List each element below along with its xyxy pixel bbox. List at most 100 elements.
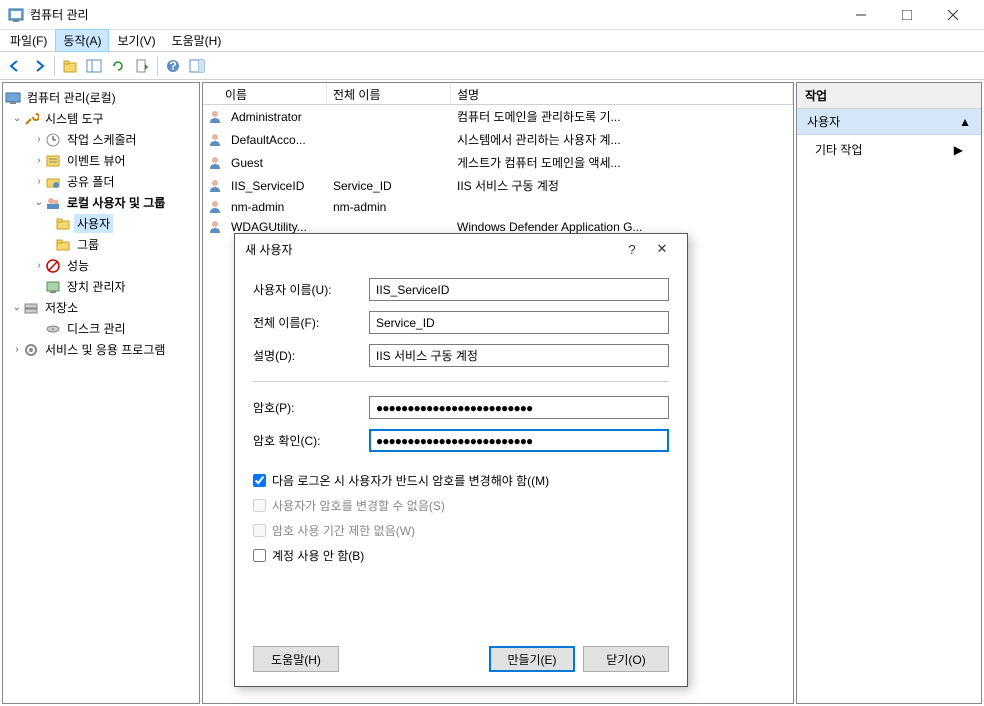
column-description[interactable]: 설명 (451, 83, 793, 104)
column-name[interactable]: 이름 (203, 83, 327, 104)
expand-icon[interactable]: › (33, 260, 45, 271)
tree-system-tools[interactable]: ⌄ 시스템 도구 (3, 108, 199, 129)
help-button[interactable]: ? (162, 55, 184, 77)
new-user-dialog: 새 사용자 ? ✕ 사용자 이름(U): 전체 이름(F): 설명(D): 암호… (234, 233, 688, 687)
actions-section-users[interactable]: 사용자 ▲ (797, 109, 981, 135)
password-label: 암호(P): (253, 399, 369, 416)
list-row[interactable]: Guest 게스트가 컴퓨터 도메인을 액세... (203, 151, 793, 174)
export-list-button[interactable] (131, 55, 153, 77)
collapse-arrow-icon: ▲ (959, 115, 971, 129)
list-row[interactable]: nm-adminnm-admin (203, 197, 793, 217)
svg-text:?: ? (169, 59, 176, 73)
cell-fullname (327, 116, 451, 118)
show-hide-console-tree-button[interactable] (83, 55, 105, 77)
collapse-icon[interactable]: ⌄ (33, 197, 45, 208)
cell-description: 시스템에서 관리하는 사용자 계... (451, 130, 793, 149)
dialog-help-button[interactable]: ? (617, 242, 647, 257)
dialog-help-btn[interactable]: 도움말(H) (253, 646, 339, 672)
password-never-expires-label: 암호 사용 기간 제한 없음(W) (272, 522, 415, 539)
cell-description: 컴퓨터 도메인을 관리하도록 기... (451, 107, 793, 126)
navigation-tree[interactable]: 컴퓨터 관리(로컬) ⌄ 시스템 도구 › 작업 스케줄러 › 이벤트 뷰어 ›… (2, 82, 200, 704)
toolbar: ? (0, 52, 984, 80)
tree-services[interactable]: › 서비스 및 응용 프로그램 (3, 339, 199, 360)
forward-button[interactable] (28, 55, 50, 77)
computer-management-icon (5, 90, 21, 106)
actions-item-more[interactable]: 기타 작업 ▶ (797, 135, 981, 164)
folder-icon (55, 237, 71, 253)
cell-name: Administrator (225, 109, 327, 125)
tree-storage[interactable]: ⌄ 저장소 (3, 297, 199, 318)
tree-shared-folders[interactable]: › 공유 폴더 (3, 171, 199, 192)
cell-name: nm-admin (225, 199, 327, 215)
menu-help[interactable]: 도움말(H) (164, 29, 230, 52)
cell-fullname (327, 139, 451, 141)
account-disabled-checkbox[interactable] (253, 549, 266, 562)
fullname-input[interactable] (369, 311, 669, 334)
tree-task-scheduler[interactable]: › 작업 스케줄러 (3, 129, 199, 150)
users-groups-icon (45, 195, 61, 211)
expand-icon[interactable]: › (33, 155, 45, 166)
disk-icon (45, 321, 61, 337)
maximize-button[interactable] (884, 0, 930, 30)
tree-users[interactable]: 사용자 (3, 213, 199, 234)
cell-description: 게스트가 컴퓨터 도메인을 액세... (451, 153, 793, 172)
expand-icon[interactable]: › (11, 344, 23, 355)
user-icon (207, 219, 223, 235)
performance-icon (45, 258, 61, 274)
cell-name: Guest (225, 155, 327, 171)
up-button[interactable] (59, 55, 81, 77)
user-icon (207, 132, 223, 148)
confirm-password-input[interactable] (369, 429, 669, 452)
description-input[interactable] (369, 344, 669, 367)
minimize-button[interactable] (838, 0, 884, 30)
cell-fullname (327, 162, 451, 164)
tree-device-manager[interactable]: › 장치 관리자 (3, 276, 199, 297)
cell-name: IIS_ServiceID (225, 178, 327, 194)
collapse-icon[interactable]: ⌄ (11, 302, 23, 313)
column-fullname[interactable]: 전체 이름 (327, 83, 451, 104)
username-label: 사용자 이름(U): (253, 281, 369, 298)
expand-icon[interactable]: › (33, 134, 45, 145)
folder-icon (55, 216, 71, 232)
user-icon (207, 109, 223, 125)
services-icon (23, 342, 39, 358)
dialog-close-button[interactable]: ✕ (647, 241, 677, 257)
tools-icon (23, 111, 39, 127)
fullname-label: 전체 이름(F): (253, 314, 369, 331)
description-label: 설명(D): (253, 347, 369, 364)
list-row[interactable]: IIS_ServiceIDService_IDIIS 서비스 구동 계정 (203, 174, 793, 197)
back-button[interactable] (4, 55, 26, 77)
confirm-password-label: 암호 확인(C): (253, 432, 369, 449)
refresh-button[interactable] (107, 55, 129, 77)
tree-event-viewer[interactable]: › 이벤트 뷰어 (3, 150, 199, 171)
cell-description: IIS 서비스 구동 계정 (451, 176, 793, 195)
close-button[interactable] (930, 0, 976, 30)
menu-view[interactable]: 보기(V) (109, 29, 163, 52)
tree-disk-management[interactable]: › 디스크 관리 (3, 318, 199, 339)
create-button[interactable]: 만들기(E) (489, 646, 575, 672)
collapse-icon[interactable]: ⌄ (11, 113, 23, 124)
list-row[interactable]: Administrator 컴퓨터 도메인을 관리하도록 기... (203, 105, 793, 128)
list-row[interactable]: DefaultAcco...시스템에서 관리하는 사용자 계... (203, 128, 793, 151)
show-hide-action-pane-button[interactable] (186, 55, 208, 77)
username-input[interactable] (369, 278, 669, 301)
menu-action[interactable]: 동작(A) (55, 29, 109, 52)
close-button[interactable]: 닫기(O) (583, 646, 669, 672)
password-input[interactable] (369, 396, 669, 419)
menubar: 파일(F) 동작(A) 보기(V) 도움말(H) (0, 30, 984, 52)
must-change-password-checkbox[interactable] (253, 474, 266, 487)
tree-root[interactable]: 컴퓨터 관리(로컬) (3, 87, 199, 108)
menu-file[interactable]: 파일(F) (2, 29, 55, 52)
tree-performance[interactable]: › 성능 (3, 255, 199, 276)
cannot-change-password-label: 사용자가 암호를 변경할 수 없음(S) (272, 497, 445, 514)
expand-icon[interactable]: › (33, 176, 45, 187)
submenu-arrow-icon: ▶ (954, 143, 963, 157)
password-never-expires-checkbox (253, 524, 266, 537)
list-header: 이름 전체 이름 설명 (203, 83, 793, 105)
cannot-change-password-checkbox (253, 499, 266, 512)
dialog-titlebar: 새 사용자 ? ✕ (235, 234, 687, 264)
window-titlebar: 컴퓨터 관리 (0, 0, 984, 30)
tree-local-users-groups[interactable]: ⌄ 로컬 사용자 및 그룹 (3, 192, 199, 213)
cell-fullname: nm-admin (327, 199, 451, 215)
tree-groups[interactable]: 그룹 (3, 234, 199, 255)
